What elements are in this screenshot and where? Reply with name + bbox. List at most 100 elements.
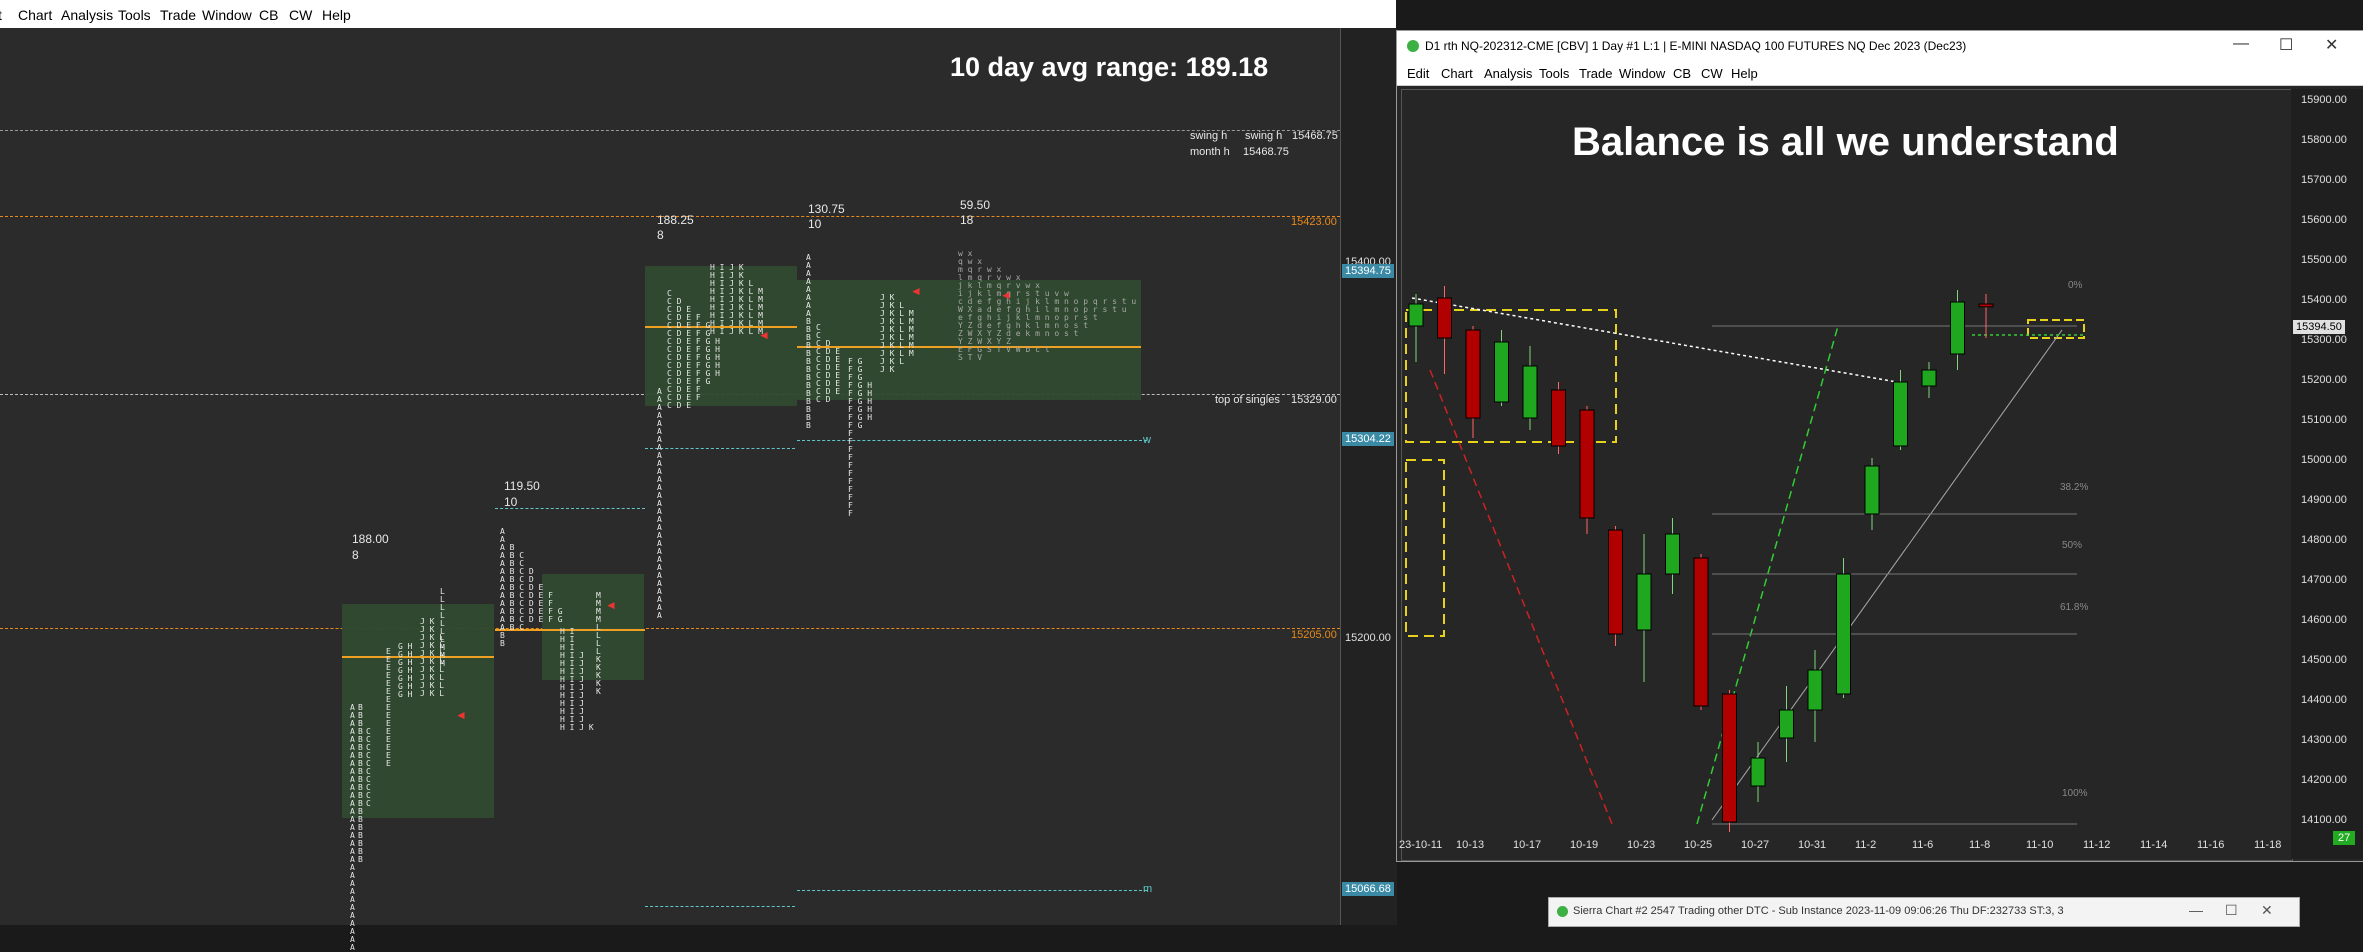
menu-item-trade[interactable]: Trade bbox=[1579, 66, 1612, 81]
y-tick-label: 14900.00 bbox=[2301, 494, 2347, 506]
balance-box-2 bbox=[1405, 459, 1445, 637]
y-tick-label: 14600.00 bbox=[2301, 614, 2347, 626]
x-tick-label: 11-8 bbox=[1969, 839, 1991, 851]
x-tick-label: 11-2 bbox=[1855, 839, 1877, 851]
tpo-profile-4b: C C C D C D E C D E C D E C D E C D E C … bbox=[816, 323, 841, 404]
x-tick-label: 10-27 bbox=[1741, 839, 1770, 851]
close-icon[interactable]: ✕ bbox=[2325, 35, 2338, 55]
right-price-scale[interactable]: 15900.00 15800.00 15700.00 15600.00 15500.00… bbox=[2291, 89, 2363, 859]
menu-item-help[interactable]: Help bbox=[1731, 66, 1758, 81]
sub-instance-title: Sierra Chart #2 2547 Trading other DTC -… bbox=[1573, 905, 2064, 917]
daily-chart-window: D1 rth NQ-202312-CME [CBV] 1 Day #1 L:1 … bbox=[1396, 30, 2363, 862]
candle-body bbox=[1665, 533, 1680, 575]
menu-item-cb[interactable]: CB bbox=[259, 7, 278, 23]
menu-item-cw[interactable]: CW bbox=[1701, 66, 1723, 81]
close-arrow-5: ◄ bbox=[1000, 288, 1012, 302]
candle-body bbox=[1978, 303, 1994, 308]
tpo-profile-3a: A A A A A A A A A A A A A A A A A A A A … bbox=[657, 387, 662, 620]
poc-session-1 bbox=[342, 656, 494, 658]
session-5-count: 18 bbox=[960, 213, 974, 227]
candlestick-plot bbox=[1405, 286, 2085, 832]
tpo-profile-1e: G H G H G H G H G H G H G H bbox=[398, 642, 413, 699]
y-tick-label: 14800.00 bbox=[2301, 534, 2347, 546]
candle-body bbox=[1494, 341, 1509, 403]
candle-body bbox=[1950, 301, 1965, 355]
headline: Balance is all we understand bbox=[1572, 120, 2119, 164]
tpo-profile-1d: E E E E E E E E E E E E E E E bbox=[386, 647, 391, 768]
candle-body bbox=[1807, 669, 1823, 711]
menu-item-cw[interactable]: CW bbox=[289, 7, 312, 23]
tpo-profile-1a: A A A A A A A A A A A A A A A A A A A A … bbox=[350, 703, 355, 952]
candle-body bbox=[1921, 369, 1937, 387]
date-axis[interactable]: 23-10-11 10-13 10-17 10-19 10-23 10-25 10-27 10… bbox=[1399, 831, 2291, 859]
menu-item-chart[interactable]: Chart bbox=[18, 7, 52, 23]
candle-body bbox=[1465, 329, 1481, 419]
tpo-profile-3c: H I J K H I J K H I J K L H I J K L M H … bbox=[710, 263, 763, 336]
x-tick-label: 11-10 bbox=[2026, 839, 2054, 851]
close-arrow-4: ◄ bbox=[910, 284, 922, 298]
close-arrow-1: ◄ bbox=[455, 708, 467, 722]
fib-trend-line bbox=[1711, 329, 2063, 821]
fib-618-label: 61.8% bbox=[2060, 602, 2089, 613]
menu-item-help[interactable]: Help bbox=[322, 7, 351, 23]
session-5-range: 59.50 bbox=[960, 198, 991, 212]
x-tick-label: 10-25 bbox=[1684, 839, 1713, 851]
tpo-profile-2b: H I H I H I H I J H I J H I J H I J H I … bbox=[560, 627, 594, 732]
month-h-value: 15468.75 bbox=[1243, 146, 1289, 158]
menu-item-chart[interactable]: Chart bbox=[1441, 66, 1473, 81]
candle-body bbox=[1408, 303, 1424, 327]
tpo-profile-4d: J K J K L J K L M J K L M J K L M J K L … bbox=[880, 293, 914, 374]
tpo-profile-4c: F G F G F G F G H F G H F G H F G H F G … bbox=[848, 357, 873, 518]
minimize-icon[interactable]: — bbox=[2233, 35, 2249, 53]
maximize-icon[interactable]: ☐ bbox=[2279, 35, 2293, 55]
menu-item-tools[interactable]: Tools bbox=[1539, 66, 1569, 81]
close-icon[interactable]: ✕ bbox=[2261, 902, 2273, 919]
menu-item-analysis[interactable]: Analysis bbox=[1484, 66, 1532, 81]
menu-item-window[interactable]: Window bbox=[202, 7, 252, 23]
sub-instance-window[interactable]: Sierra Chart #2 2547 Trading other DTC -… bbox=[1548, 897, 2300, 927]
menu-item-cb[interactable]: CB bbox=[1673, 66, 1691, 81]
fib-0-label: 0% bbox=[2068, 280, 2083, 291]
x-tick-label: 11-18 bbox=[2254, 839, 2282, 851]
y-tick-label: 15200.00 bbox=[2301, 374, 2347, 386]
fib-50-label: 50% bbox=[2062, 540, 2083, 551]
candlestick-chart[interactable]: Balance is all we understand 38.2% 50% 6… bbox=[1401, 89, 2293, 861]
x-tick-label: 10-23 bbox=[1627, 839, 1656, 851]
level-15423-label: 15423.00 bbox=[1291, 216, 1337, 228]
current-price-box: 15394.50 bbox=[2293, 320, 2345, 334]
session-1-count: 8 bbox=[352, 548, 359, 562]
left-price-scale[interactable]: 15400.00 15394.75 15304.22 15200.00 1506… bbox=[1340, 28, 1397, 925]
value-area-session-1 bbox=[342, 604, 494, 818]
menu-item-analysis[interactable]: Analysis bbox=[61, 7, 113, 23]
minimize-icon[interactable]: — bbox=[2189, 902, 2203, 918]
close-arrow-3: ◄ bbox=[758, 328, 770, 342]
y-tick-label: 14300.00 bbox=[2301, 734, 2347, 746]
menu-item-edit[interactable]: Edit bbox=[1407, 66, 1429, 81]
session-line-b bbox=[645, 448, 795, 449]
market-profile-chart[interactable]: 10 day avg range: 189.18 swing h swing h… bbox=[0, 28, 1340, 952]
tpo-profile-1c: C C C C C C C C C C bbox=[366, 727, 371, 808]
tpo-profile-5: w x q w x m q r w x l m q r v w x j k l … bbox=[958, 249, 1137, 362]
y-tick-label: 15500.00 bbox=[2301, 254, 2347, 266]
y-tick-label: 15800.00 bbox=[2301, 134, 2347, 146]
menu-item-trade[interactable]: Trade bbox=[160, 7, 196, 23]
tpo-profile-1g: L L L L L L L M M M bbox=[440, 587, 445, 668]
candle-body bbox=[1551, 389, 1566, 447]
trendline-white bbox=[1411, 297, 1898, 383]
session-4-range: 130.75 bbox=[808, 202, 845, 216]
right-menubar: Edit Chart Analysis Tools Trade Window C… bbox=[1397, 63, 2363, 86]
menu-item-tools[interactable]: Tools bbox=[118, 7, 151, 23]
swing-h-label-b: swing h bbox=[1245, 130, 1283, 142]
menu-item-file[interactable]: t bbox=[0, 7, 2, 23]
y-tick-label: 15900.00 bbox=[2301, 94, 2347, 106]
maximize-icon[interactable]: ☐ bbox=[2225, 902, 2238, 919]
m-line bbox=[797, 890, 1147, 891]
menu-item-window[interactable]: Window bbox=[1619, 66, 1665, 81]
tpo-profile-2c: M M M M L L L L K K K K K bbox=[596, 591, 601, 696]
y-tick-label: 14700.00 bbox=[2301, 574, 2347, 586]
y-tick-label: 15400.00 bbox=[2301, 294, 2347, 306]
price-15066-label: 15066.68 bbox=[1342, 882, 1394, 896]
m-marker: m bbox=[1143, 883, 1153, 895]
trendline-green bbox=[1696, 325, 1839, 825]
candle-body bbox=[1608, 529, 1623, 635]
